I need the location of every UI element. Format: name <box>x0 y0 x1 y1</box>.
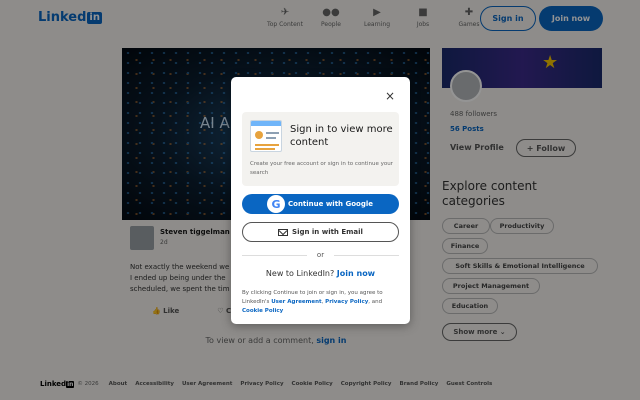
modal-subtitle: Create your free account or sign in to c… <box>250 161 393 176</box>
new-to-linkedin: New to LinkedIn? Join now <box>231 269 410 278</box>
profile-card-illustration <box>250 120 282 152</box>
google-button-label: Continue with Google <box>288 200 373 208</box>
legal-and: , and <box>368 299 383 305</box>
user-agreement-link[interactable]: User Agreement <box>271 299 321 305</box>
legal-text: By clicking Continue to join or sign in,… <box>242 290 383 314</box>
signin-promo: Sign in to view more content Create your… <box>242 112 399 186</box>
cookie-policy-link[interactable]: Cookie Policy <box>242 308 283 314</box>
or-divider: or <box>242 250 399 260</box>
privacy-policy-link[interactable]: Privacy Policy <box>325 299 368 305</box>
google-icon: G <box>267 195 285 213</box>
email-button-label: Sign in with Email <box>292 228 363 236</box>
signin-modal: × Sign in to view more content Create yo… <box>231 77 410 324</box>
mail-icon <box>278 228 289 236</box>
signin-with-email-button[interactable]: Sign in with Email <box>242 222 399 242</box>
modal-title: Sign in to view more content <box>290 124 393 148</box>
continue-with-google-button[interactable]: G Continue with Google <box>242 194 399 214</box>
close-icon[interactable]: × <box>383 89 397 103</box>
new-to-text: New to LinkedIn? <box>265 269 335 278</box>
join-now-link[interactable]: Join now <box>337 269 375 278</box>
